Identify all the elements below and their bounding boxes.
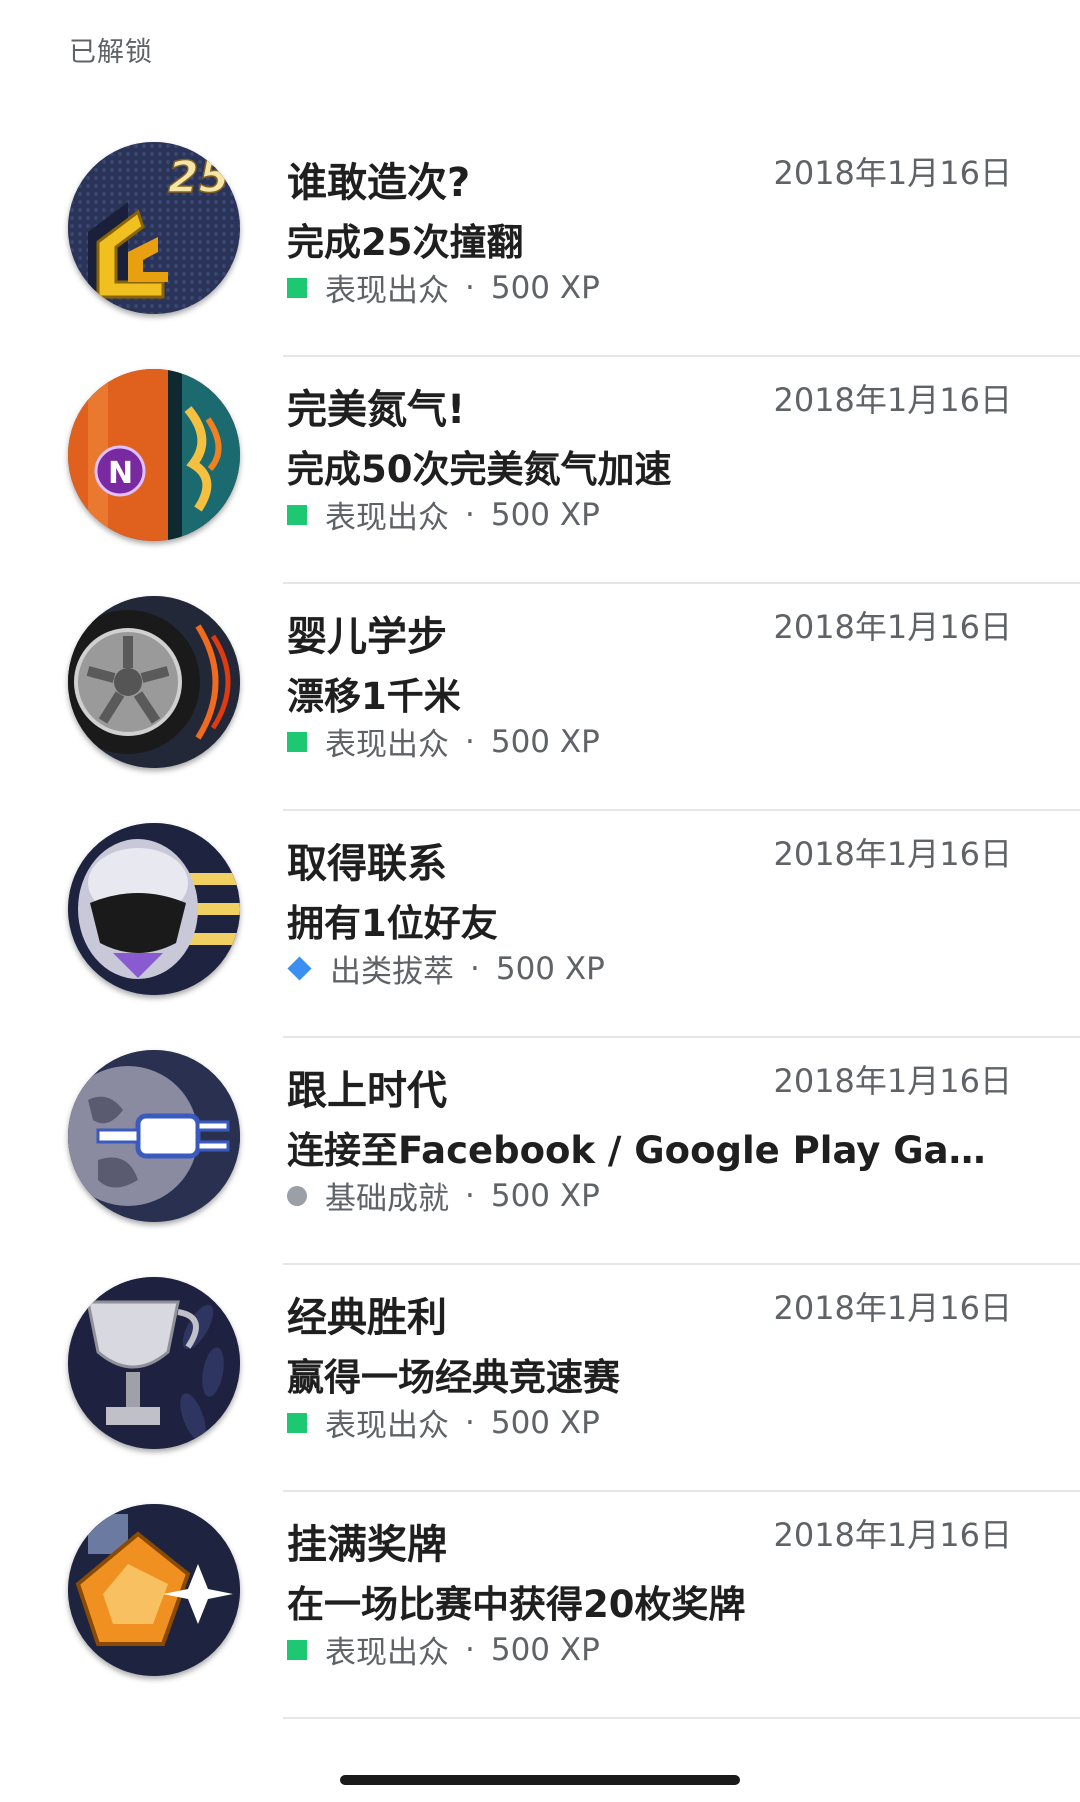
tire-badge-icon xyxy=(68,596,240,768)
achievement-title: 取得联系 xyxy=(287,841,447,887)
achievement-date: 2018年1月16日 xyxy=(773,1516,1012,1554)
rarity-square-icon xyxy=(287,1412,307,1433)
achievement-list: 25 谁敢造次? 2018年1月16日 完成25次撞翻 表现出众 · 500 X… xyxy=(0,130,1080,1719)
separator: · xyxy=(465,1631,475,1668)
achievement-title: 经典胜利 xyxy=(287,1295,447,1341)
achievement-meta: 表现出众 · 500 XP xyxy=(287,1400,600,1445)
helmet-badge-icon xyxy=(68,823,240,995)
crash-badge-icon: 25 xyxy=(68,142,240,314)
rarity-diamond-icon xyxy=(287,956,312,981)
separator: · xyxy=(465,269,475,306)
xp-value: 500 XP xyxy=(490,496,600,533)
home-indicator[interactable] xyxy=(340,1775,740,1785)
rarity-label: 表现出众 xyxy=(325,273,449,309)
achievement-item[interactable]: 取得联系 2018年1月16日 拥有1位好友 出类拔萃 · 500 XP xyxy=(0,811,1080,1038)
achievement-meta: 表现出众 · 500 XP xyxy=(287,719,600,764)
rarity-square-icon xyxy=(287,504,307,525)
xp-value: 500 XP xyxy=(490,723,600,760)
xp-value: 500 XP xyxy=(490,1177,600,1214)
rarity-label: 基础成就 xyxy=(325,1181,449,1217)
achievement-title: 挂满奖牌 xyxy=(287,1522,447,1568)
achievement-item[interactable]: 经典胜利 2018年1月16日 赢得一场经典竞速赛 表现出众 · 500 XP xyxy=(0,1265,1080,1492)
achievement-description: 完成25次撞翻 xyxy=(287,221,524,264)
globe-plug-badge-icon xyxy=(68,1050,240,1222)
achievement-meta: 表现出众 · 500 XP xyxy=(287,265,600,310)
rarity-label: 表现出众 xyxy=(325,1408,449,1444)
section-header: 已解锁 xyxy=(69,37,153,68)
nitro-badge-icon: N xyxy=(68,369,240,541)
achievement-date: 2018年1月16日 xyxy=(773,1289,1012,1327)
achievement-date: 2018年1月16日 xyxy=(773,608,1012,646)
rarity-circle-icon xyxy=(287,1185,307,1206)
achievement-item[interactable]: 跟上时代 2018年1月16日 连接至Facebook / Google Pla… xyxy=(0,1038,1080,1265)
xp-value: 500 XP xyxy=(490,1404,600,1441)
achievement-description: 连接至Facebook / Google Play Ga... xyxy=(287,1129,987,1172)
rarity-label: 出类拔萃 xyxy=(330,954,454,990)
achievement-date: 2018年1月16日 xyxy=(773,1062,1012,1100)
separator: · xyxy=(465,1404,475,1441)
achievement-meta: 表现出众 · 500 XP xyxy=(287,492,600,537)
xp-value: 500 XP xyxy=(490,1631,600,1668)
svg-text:25: 25 xyxy=(168,152,229,203)
achievement-date: 2018年1月16日 xyxy=(773,835,1012,873)
achievement-meta: 表现出众 · 500 XP xyxy=(287,1627,600,1672)
achievement-title: 婴儿学步 xyxy=(287,614,447,660)
achievement-item[interactable]: 25 谁敢造次? 2018年1月16日 完成25次撞翻 表现出众 · 500 X… xyxy=(0,130,1080,357)
achievement-item[interactable]: 婴儿学步 2018年1月16日 漂移1千米 表现出众 · 500 XP xyxy=(0,584,1080,811)
rarity-label: 表现出众 xyxy=(325,1635,449,1671)
separator: · xyxy=(470,950,480,987)
rarity-square-icon xyxy=(287,731,307,752)
achievement-date: 2018年1月16日 xyxy=(773,154,1012,192)
achievement-item[interactable]: N 完美氮气! 2018年1月16日 完成50次完美氮气加速 表现出众 · 50… xyxy=(0,357,1080,584)
divider xyxy=(283,1717,1080,1719)
rarity-square-icon xyxy=(287,1639,307,1660)
medal-badge-icon xyxy=(68,1504,240,1676)
achievement-date: 2018年1月16日 xyxy=(773,381,1012,419)
achievement-description: 赢得一场经典竞速赛 xyxy=(287,1356,620,1399)
achievement-meta: 出类拔萃 · 500 XP xyxy=(287,946,605,991)
xp-value: 500 XP xyxy=(495,950,605,987)
achievement-description: 完成50次完美氮气加速 xyxy=(287,448,672,491)
rarity-square-icon xyxy=(287,277,307,298)
separator: · xyxy=(465,1177,475,1214)
achievement-title: 完美氮气! xyxy=(287,387,466,433)
xp-value: 500 XP xyxy=(490,269,600,306)
trophy-badge-icon xyxy=(68,1277,240,1449)
separator: · xyxy=(465,496,475,533)
rarity-label: 表现出众 xyxy=(325,500,449,536)
achievement-description: 拥有1位好友 xyxy=(287,902,498,945)
achievement-meta: 基础成就 · 500 XP xyxy=(287,1173,600,1218)
achievement-title: 谁敢造次? xyxy=(287,160,471,206)
svg-text:N: N xyxy=(108,456,133,491)
rarity-label: 表现出众 xyxy=(325,727,449,763)
achievement-description: 漂移1千米 xyxy=(287,675,461,718)
achievement-item[interactable]: 挂满奖牌 2018年1月16日 在一场比赛中获得20枚奖牌 表现出众 · 500… xyxy=(0,1492,1080,1719)
separator: · xyxy=(465,723,475,760)
achievement-title: 跟上时代 xyxy=(287,1068,447,1114)
achievement-description: 在一场比赛中获得20枚奖牌 xyxy=(287,1583,746,1626)
